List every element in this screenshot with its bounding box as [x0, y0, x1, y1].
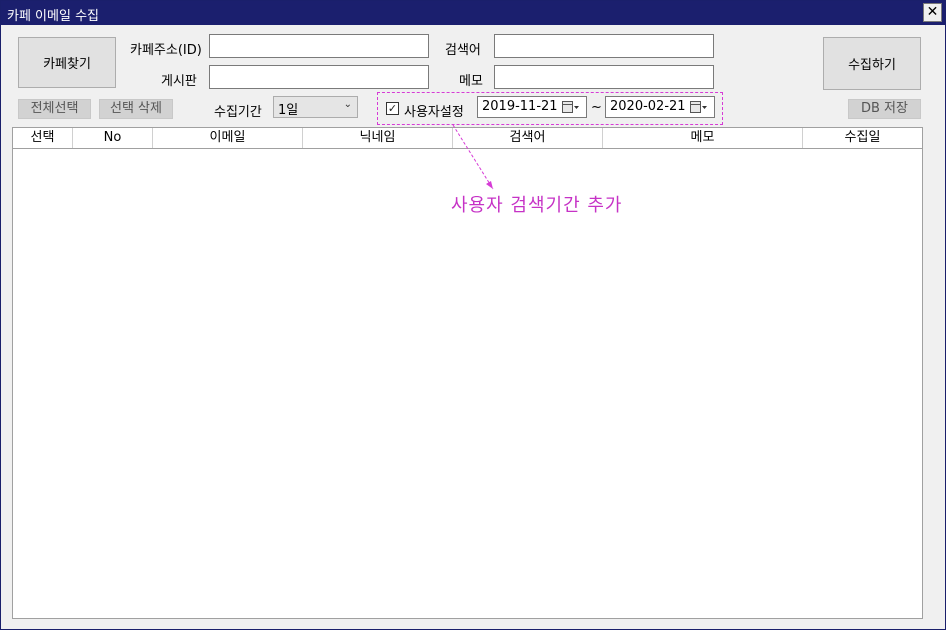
annotation-label: 사용자 검색기간 추가: [451, 195, 623, 216]
cafe-address-label: 카페주소(ID): [130, 43, 202, 58]
period-select[interactable]: 1일 ⌄: [273, 96, 358, 118]
column-header-memo[interactable]: 메모: [603, 128, 803, 148]
column-header-email[interactable]: 이메일: [153, 128, 303, 148]
select-all-button[interactable]: 전체선택: [18, 99, 91, 119]
table-header: 선택 No 이메일 닉네임 검색어 메모 수집일: [13, 128, 922, 149]
calendar-dropdown-icon: [562, 101, 579, 113]
custom-period-checkbox[interactable]: ✓: [386, 102, 399, 115]
date-to-picker[interactable]: 2020-02-21: [605, 96, 715, 118]
window-title: 카페 이메일 수집: [7, 9, 99, 24]
column-header-collected-date[interactable]: 수집일: [803, 128, 922, 148]
date-separator: ~: [591, 100, 602, 115]
date-from-picker[interactable]: 2019-11-21: [477, 96, 587, 118]
date-to-value: 2020-02-21: [610, 99, 686, 114]
cafe-address-input[interactable]: [209, 34, 429, 58]
period-selected-value: 1일: [278, 103, 299, 118]
close-button[interactable]: ✕: [923, 3, 942, 22]
date-from-value: 2019-11-21: [482, 99, 558, 114]
memo-label: 메모: [459, 74, 483, 89]
column-header-nickname[interactable]: 닉네임: [303, 128, 453, 148]
app-window: 카페 이메일 수집 ✕ 카페찾기 수집하기 카페주소(ID) 검색어 게시판 메…: [0, 0, 946, 630]
keyword-input[interactable]: [494, 34, 714, 58]
period-label: 수집기간: [214, 105, 262, 120]
board-input[interactable]: [209, 65, 429, 89]
column-header-no[interactable]: No: [73, 128, 153, 148]
find-cafe-button[interactable]: 카페찾기: [18, 37, 116, 88]
board-label: 게시판: [161, 74, 197, 89]
custom-period-label: 사용자설정: [404, 105, 464, 120]
calendar-dropdown-icon: [690, 101, 707, 113]
column-header-keyword[interactable]: 검색어: [453, 128, 603, 148]
chevron-down-icon: ⌄: [343, 99, 352, 110]
memo-input[interactable]: [494, 65, 714, 89]
collect-button[interactable]: 수집하기: [823, 37, 921, 90]
db-save-button[interactable]: DB 저장: [848, 99, 921, 119]
keyword-label: 검색어: [445, 43, 481, 58]
title-bar: 카페 이메일 수집 ✕: [1, 1, 945, 25]
delete-selected-button[interactable]: 선택 삭제: [99, 99, 173, 119]
column-header-select[interactable]: 선택: [13, 128, 73, 148]
